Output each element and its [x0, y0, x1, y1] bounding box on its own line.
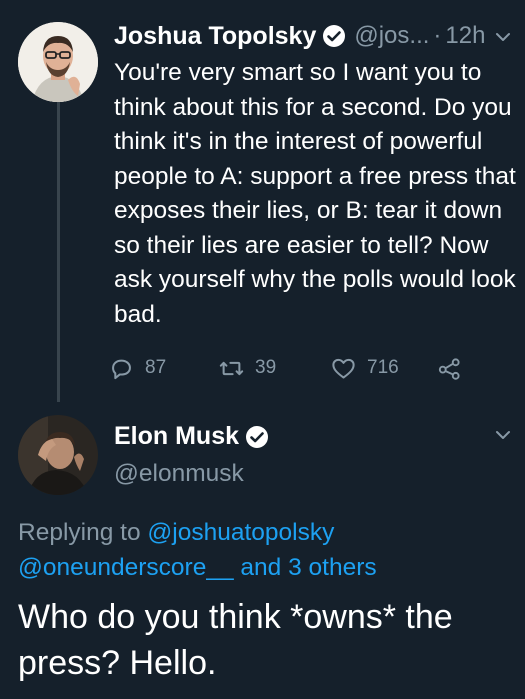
heart-icon [332, 358, 355, 379]
share-button[interactable] [436, 355, 476, 382]
retweet-count: 39 [255, 357, 277, 378]
reply-button[interactable]: 87 [108, 355, 228, 382]
reply-mention-link[interactable]: @oneunderscore__ [18, 554, 234, 581]
verified-badge-icon [322, 24, 346, 48]
tweet-text: You're very smart so I want you to think… [114, 59, 516, 328]
tweet-text: Who do you think *owns* the press? Hello… [18, 598, 453, 682]
separator-dot: · [433, 22, 442, 49]
verified-badge-icon [245, 425, 269, 449]
like-count: 716 [367, 357, 399, 378]
tweet-timestamp[interactable]: 12h [445, 22, 485, 50]
chevron-down-icon[interactable] [492, 424, 514, 446]
replying-to: Replying to @joshuatopolsky @oneundersco… [18, 515, 518, 585]
author-name[interactable]: Joshua Topolsky [114, 22, 316, 51]
reply-icon [112, 359, 131, 379]
author-name[interactable]: Elon Musk [114, 422, 239, 451]
tweet-header: Elon Musk [114, 422, 269, 451]
retweet-button[interactable]: 39 [218, 355, 338, 382]
chevron-down-icon[interactable] [492, 26, 514, 48]
reply-mention-link[interactable]: @joshuatopolsky [147, 519, 334, 546]
retweet-icon [219, 361, 244, 375]
author-handle[interactable]: @elonmusk [114, 460, 244, 488]
share-icon [438, 357, 460, 380]
like-button[interactable]: 716 [330, 355, 450, 382]
author-handle[interactable]: @jos... [354, 22, 429, 50]
thread-connector-line [57, 102, 60, 402]
replying-prefix: Replying to [18, 519, 141, 546]
avatar[interactable] [18, 22, 98, 102]
avatar-image [18, 22, 98, 102]
reply-others-link[interactable]: and 3 others [240, 554, 376, 581]
avatar[interactable] [18, 415, 98, 495]
reply-count: 87 [145, 357, 167, 378]
avatar-image [18, 415, 98, 495]
tweet-header: Joshua Topolsky @jos... · 12h [114, 18, 515, 54]
